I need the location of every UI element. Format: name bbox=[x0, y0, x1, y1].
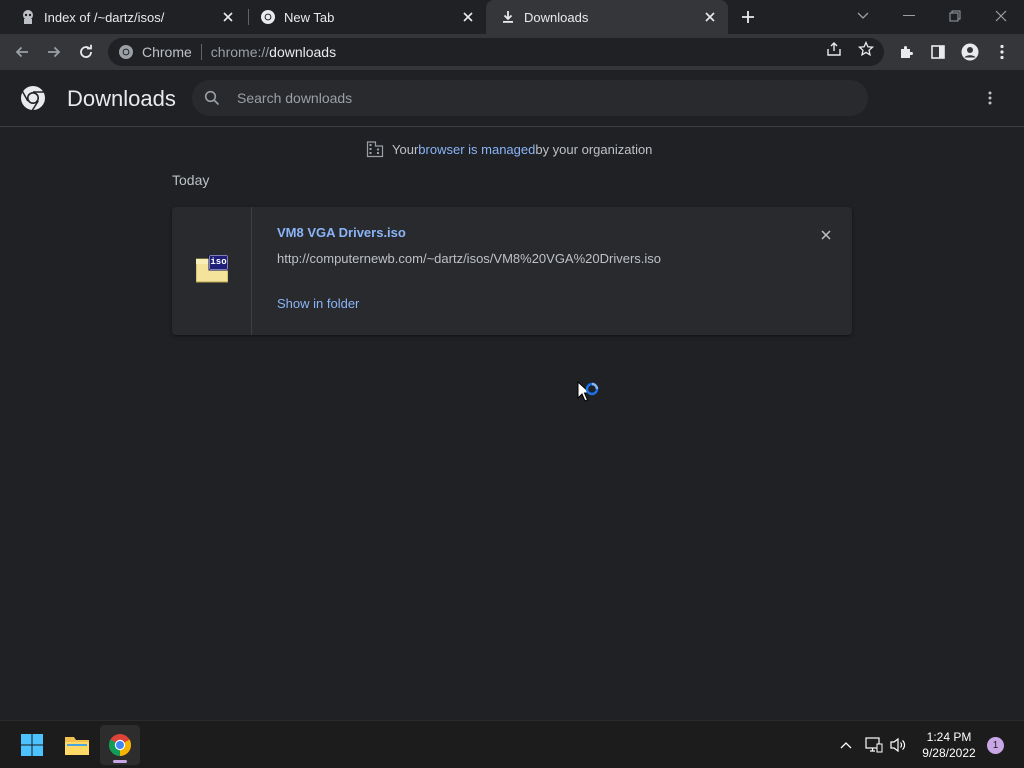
tab-search-button[interactable] bbox=[840, 4, 886, 28]
download-icon bbox=[500, 9, 516, 25]
page-title: Downloads bbox=[67, 86, 176, 111]
search-input[interactable] bbox=[237, 90, 797, 106]
extensions-button[interactable] bbox=[894, 40, 918, 64]
notification-badge[interactable]: 1 bbox=[987, 737, 1004, 754]
taskbar: 1:24 PM 9/28/2022 1 bbox=[0, 720, 1024, 768]
file-icon-column: iso bbox=[172, 207, 252, 335]
network-button[interactable] bbox=[864, 735, 884, 755]
tab-strip: Index of /~dartz/isos/ New Tab Downloads bbox=[0, 0, 1024, 34]
restore-icon bbox=[949, 10, 961, 22]
close-icon bbox=[821, 230, 831, 240]
chevron-up-icon bbox=[840, 742, 852, 749]
volume-button[interactable] bbox=[888, 735, 908, 755]
plus-icon bbox=[742, 11, 754, 23]
clock-date: 9/28/2022 bbox=[922, 746, 976, 760]
page-favicon-icon bbox=[20, 9, 36, 25]
url-scheme: chrome:// bbox=[210, 44, 270, 60]
folder-icon bbox=[65, 737, 89, 755]
share-button[interactable] bbox=[824, 39, 844, 59]
network-icon bbox=[865, 737, 883, 753]
browser-toolbar: Chrome chrome:// downloads bbox=[0, 34, 1024, 70]
close-icon bbox=[995, 10, 1007, 22]
close-window-button[interactable] bbox=[978, 4, 1024, 28]
puzzle-icon bbox=[901, 46, 913, 58]
volume-icon bbox=[890, 737, 906, 753]
busy-cursor-icon bbox=[577, 381, 599, 402]
show-in-folder-link[interactable]: Show in folder bbox=[277, 296, 359, 311]
chevron-down-icon bbox=[857, 12, 869, 19]
more-vert-icon bbox=[1000, 44, 1004, 60]
minimize-button[interactable] bbox=[886, 4, 932, 28]
url-host: downloads bbox=[269, 44, 337, 60]
search-box[interactable] bbox=[192, 80, 868, 116]
close-icon[interactable] bbox=[460, 9, 476, 25]
bookmark-button[interactable] bbox=[856, 39, 876, 59]
search-icon bbox=[204, 90, 220, 106]
downloads-menu-button[interactable] bbox=[980, 88, 1000, 108]
tab-title: Downloads bbox=[524, 9, 589, 25]
remove-download-button[interactable] bbox=[816, 225, 836, 245]
tab-title: Index of /~dartz/isos/ bbox=[44, 9, 165, 25]
managed-notice: Your browser is managed by your organiza… bbox=[366, 140, 652, 158]
download-item: iso VM8 VGA Drivers.iso http://computern… bbox=[172, 207, 852, 335]
windows-logo-icon bbox=[21, 734, 43, 756]
chrome-logo-icon bbox=[21, 86, 45, 111]
share-icon bbox=[827, 42, 841, 56]
side-panel-button[interactable] bbox=[926, 40, 950, 64]
arrow-right-icon bbox=[48, 46, 61, 58]
iso-icon-label: iso bbox=[210, 257, 227, 267]
file-url[interactable]: http://computernewb.com/~dartz/isos/VM8%… bbox=[277, 251, 661, 266]
chrome-icon bbox=[109, 734, 131, 756]
star-icon bbox=[858, 41, 874, 57]
clock-time: 1:24 PM bbox=[926, 730, 972, 744]
site-chip: Chrome bbox=[142, 44, 192, 60]
side-panel-icon bbox=[931, 45, 945, 59]
date-header: Today bbox=[172, 172, 210, 188]
reload-button[interactable] bbox=[74, 40, 98, 64]
close-icon[interactable] bbox=[220, 9, 236, 25]
reload-icon bbox=[80, 44, 92, 58]
show-hidden-icons-button[interactable] bbox=[836, 735, 856, 755]
tab-downloads[interactable]: Downloads bbox=[486, 0, 728, 34]
chrome-menu-button[interactable] bbox=[990, 40, 1014, 64]
address-bar[interactable]: Chrome chrome:// downloads bbox=[108, 38, 884, 66]
managed-link[interactable]: browser is managed bbox=[418, 142, 535, 157]
minimize-icon bbox=[903, 15, 915, 16]
tab-title: New Tab bbox=[284, 9, 335, 25]
managed-prefix: Your bbox=[392, 141, 419, 157]
close-icon[interactable] bbox=[702, 9, 718, 25]
back-button[interactable] bbox=[10, 40, 34, 64]
restore-button[interactable] bbox=[932, 4, 978, 28]
arrow-left-icon bbox=[15, 46, 28, 58]
building-icon bbox=[366, 141, 384, 158]
managed-suffix: by your organization bbox=[535, 141, 653, 157]
more-vert-icon bbox=[988, 91, 992, 105]
chrome-taskbar-button[interactable] bbox=[100, 725, 140, 765]
tab-new-tab[interactable]: New Tab bbox=[240, 0, 486, 34]
chrome-icon bbox=[119, 45, 133, 59]
active-indicator bbox=[113, 760, 127, 763]
forward-button[interactable] bbox=[42, 40, 66, 64]
file-name-link[interactable]: VM8 VGA Drivers.iso bbox=[277, 225, 406, 240]
profile-button[interactable] bbox=[958, 40, 982, 64]
taskbar-clock[interactable]: 1:24 PM 9/28/2022 bbox=[914, 729, 984, 761]
start-button[interactable] bbox=[12, 725, 52, 765]
new-tab-button[interactable] bbox=[736, 6, 760, 28]
downloads-header: Downloads bbox=[0, 70, 1024, 127]
file-explorer-button[interactable] bbox=[57, 725, 97, 765]
avatar-icon bbox=[961, 43, 979, 61]
chrome-icon bbox=[260, 9, 276, 25]
tab-index-of-isos[interactable]: Index of /~dartz/isos/ bbox=[0, 0, 246, 34]
